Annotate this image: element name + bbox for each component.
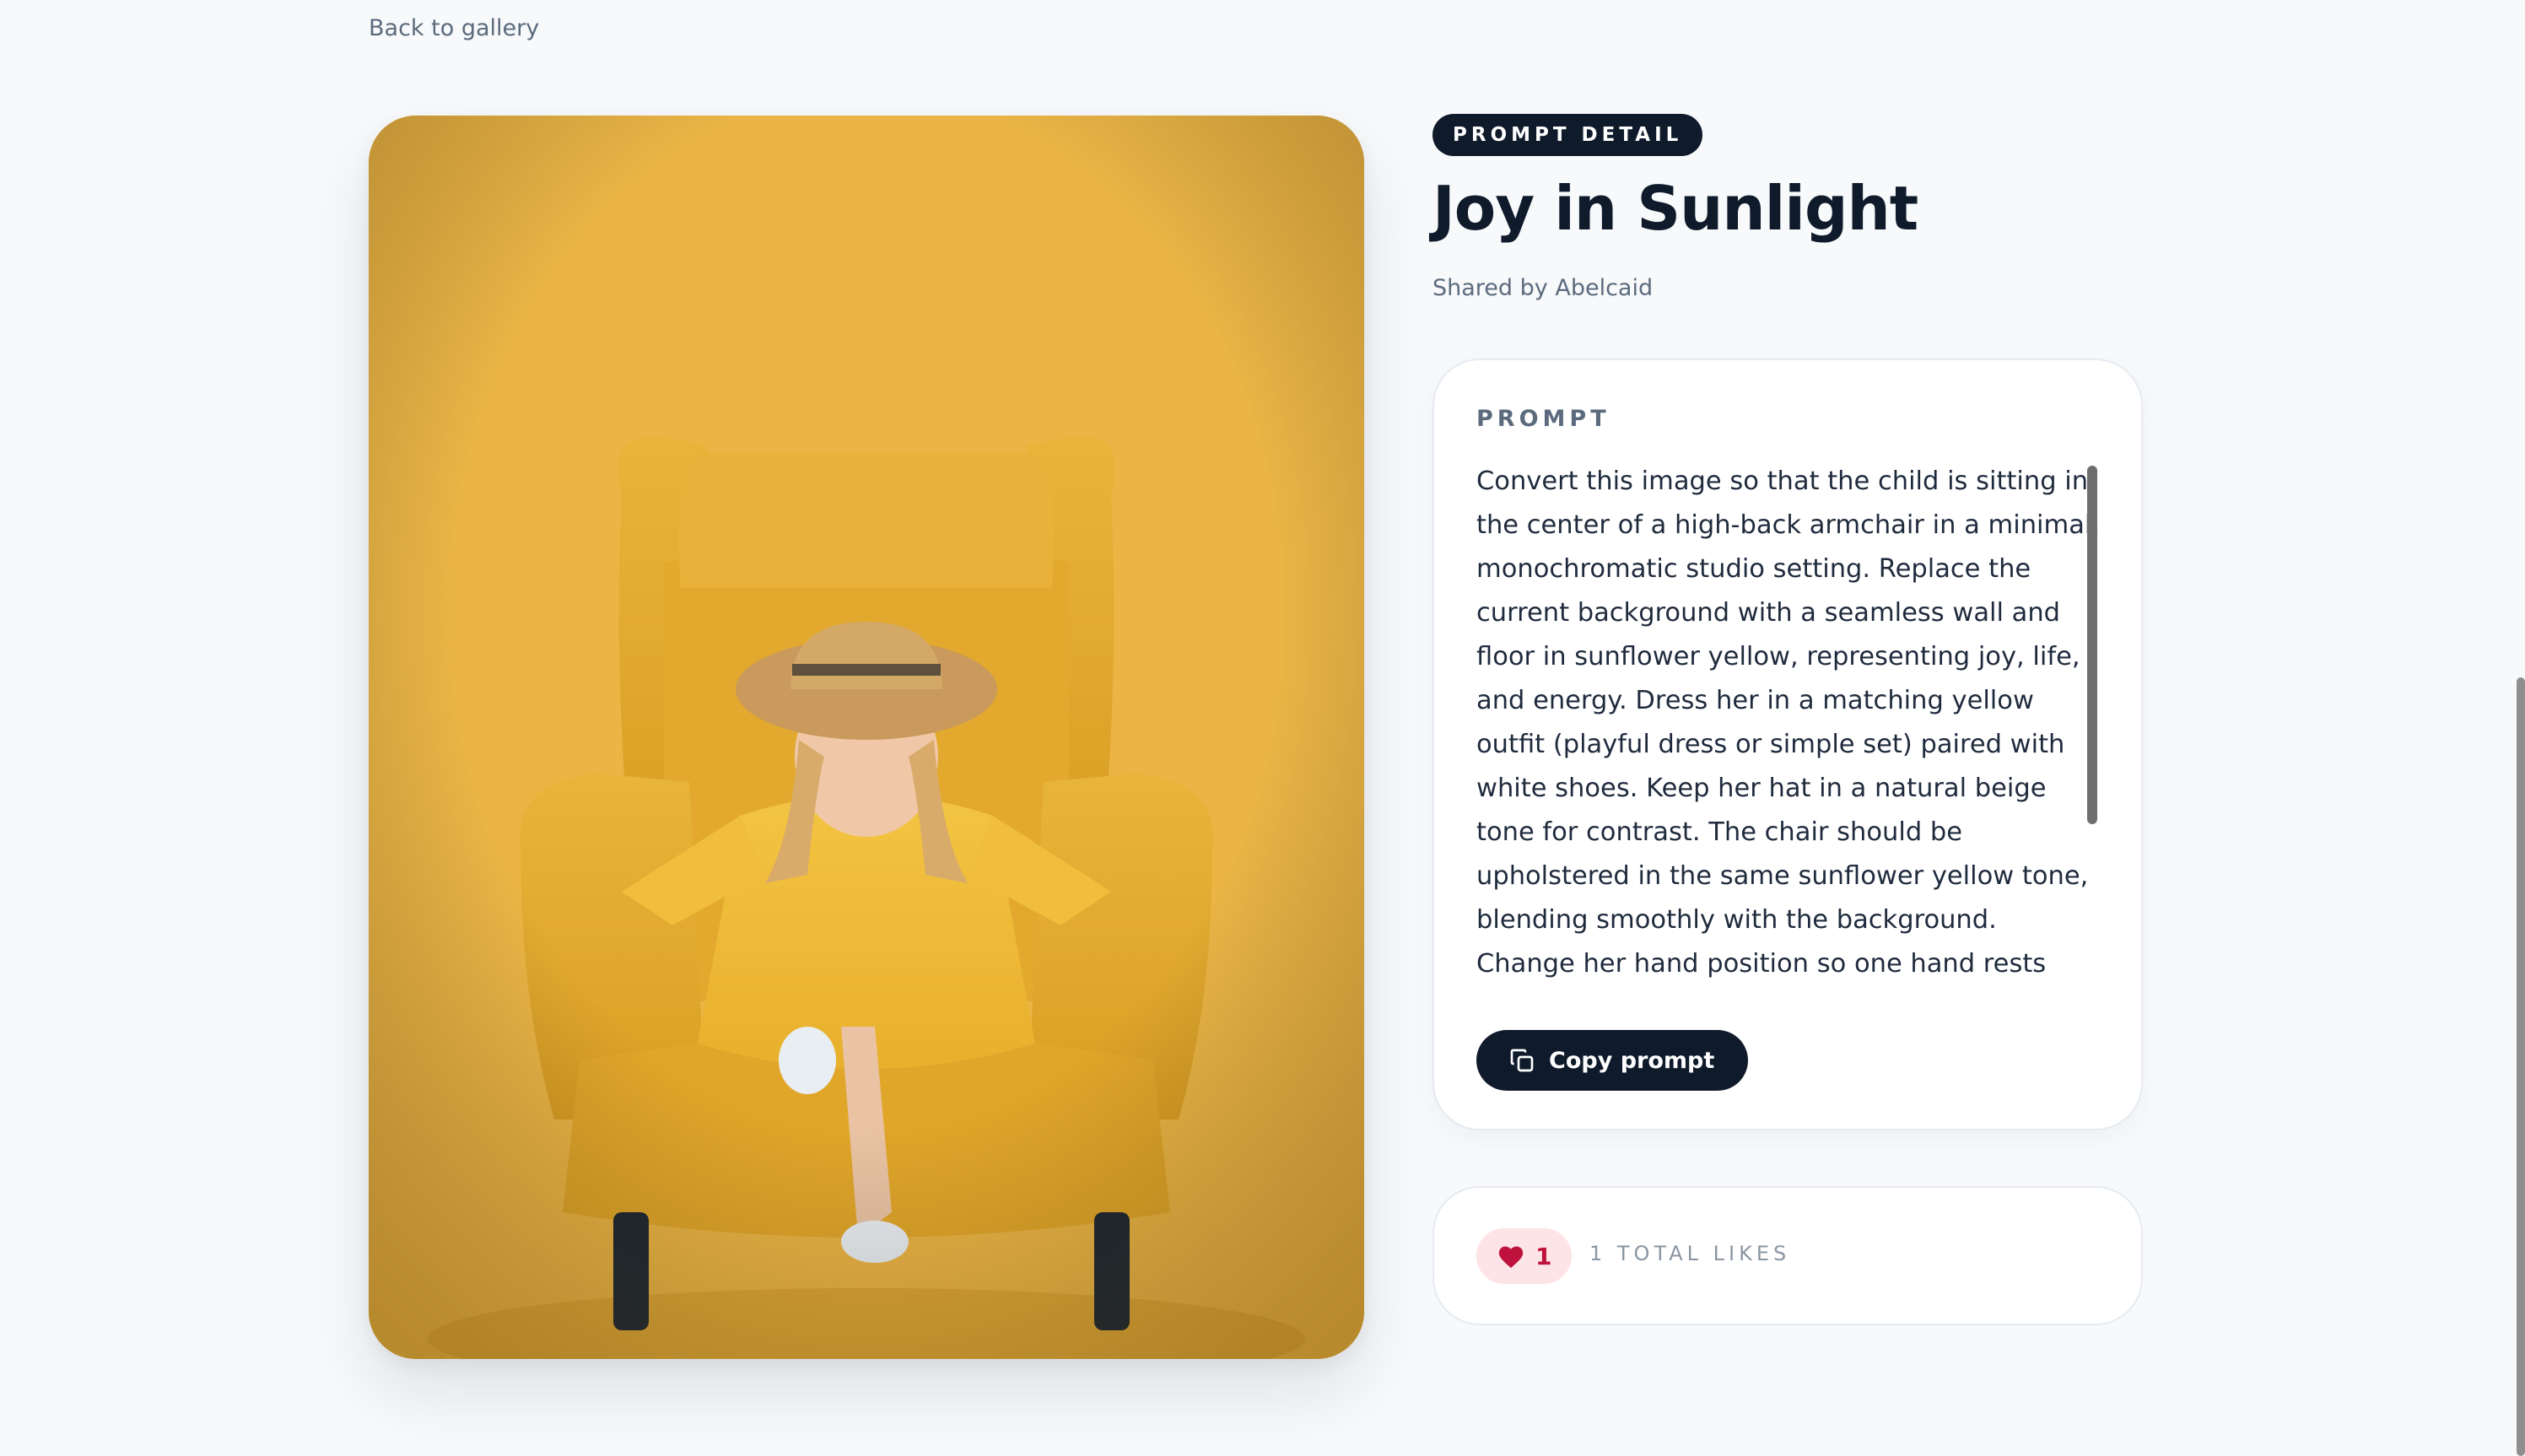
prompt-detail-badge: PROMPT DETAIL: [1432, 114, 1703, 156]
total-likes-text: 1 TOTAL LIKES: [1589, 1242, 1791, 1265]
prompt-text: Convert this image so that the child is …: [1476, 466, 2101, 979]
child-in-armchair-illustration: [369, 116, 1364, 1359]
like-button[interactable]: 1: [1476, 1228, 1573, 1284]
page-scrollbar[interactable]: [2517, 677, 2525, 1456]
back-to-gallery-link[interactable]: Back to gallery: [369, 15, 539, 41]
like-count: 1: [1535, 1242, 1552, 1270]
page-title: Joy in Sunlight: [1432, 173, 1918, 244]
shared-by-prefix: Shared by: [1432, 275, 1556, 301]
copy-prompt-button[interactable]: Copy prompt: [1476, 1030, 1749, 1091]
copy-prompt-label: Copy prompt: [1549, 1047, 1715, 1074]
shared-by-text: Shared by Abelcaid: [1432, 275, 1653, 301]
heart-icon: [1498, 1246, 1524, 1269]
prompt-text-scroll-area[interactable]: Convert this image so that the child is …: [1476, 460, 2101, 979]
author-name: Abelcaid: [1555, 275, 1654, 301]
prompt-label: PROMPT: [1476, 406, 1610, 432]
hero-image: [369, 116, 1364, 1359]
copy-icon: [1510, 1049, 1534, 1072]
prompt-card: PROMPT Convert this image so that the ch…: [1432, 359, 2143, 1130]
likes-card: 1 1 TOTAL LIKES: [1432, 1186, 2143, 1325]
prompt-scrollbar[interactable]: [2087, 466, 2097, 824]
